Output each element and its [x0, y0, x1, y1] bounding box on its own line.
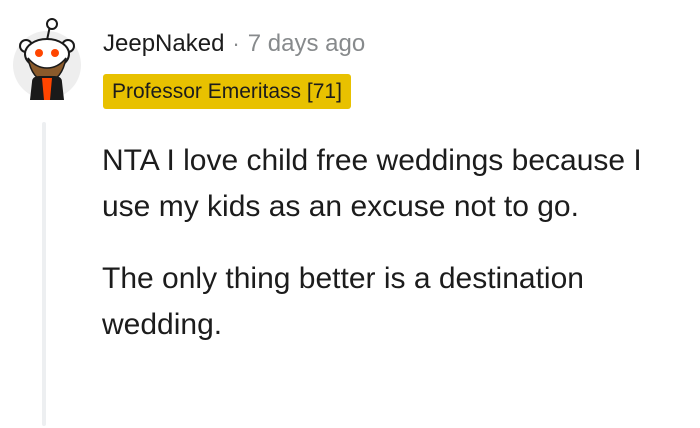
comment-paragraph: NTA I love child free weddings because I… — [102, 144, 642, 223]
user-avatar[interactable] — [12, 18, 82, 102]
username-link[interactable]: JeepNaked — [103, 30, 224, 58]
comment-paragraph: The only thing better is a destination w… — [102, 262, 584, 341]
snoo-avatar-icon — [13, 18, 81, 100]
user-flair-badge: Professor Emeritass [71] — [103, 74, 351, 109]
timestamp-link[interactable]: 7 days ago — [248, 30, 365, 58]
comment: JeepNaked · 7 days ago Professor Emerita… — [0, 0, 700, 428]
comment-body: NTA I love child free weddings because I… — [102, 138, 692, 348]
thread-collapse-line[interactable] — [42, 122, 46, 426]
meta-separator: · — [232, 31, 240, 56]
comment-meta: JeepNaked · 7 days ago — [103, 28, 365, 60]
